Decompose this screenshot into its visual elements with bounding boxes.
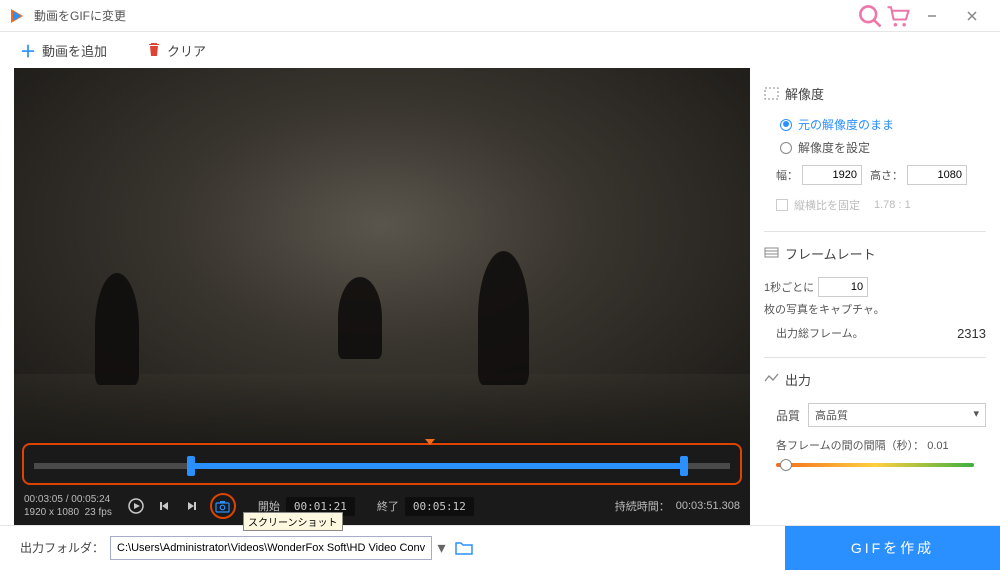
radio-on-icon <box>780 119 792 131</box>
video-fps: 23 fps <box>85 507 112 518</box>
toolbar: ＋ 動画を追加 クリア <box>0 32 1000 68</box>
aspect-ratio: 1.78 : 1 <box>874 199 911 211</box>
selected-range <box>187 463 688 469</box>
video-resolution: 1920 x 1080 <box>24 507 79 518</box>
output-path-input[interactable] <box>110 536 431 560</box>
player: 00:03:05 / 00:05:24 1920 x 1080 23 fps 開… <box>14 68 750 525</box>
footer: 出力フォルダ： ▾ GIFを作成 <box>0 525 1000 569</box>
range-handle-start[interactable] <box>187 456 195 476</box>
main-area: 00:03:05 / 00:05:24 1920 x 1080 23 fps 開… <box>0 68 1000 525</box>
screenshot-tooltip: スクリーンショット <box>243 512 343 531</box>
time-current: 00:03:05 <box>24 494 63 505</box>
create-gif-button[interactable]: GIFを作成 <box>785 526 1000 570</box>
output-icon <box>764 372 779 388</box>
frame-gap-label: 各フレームの間の間隔（秒）： <box>776 440 924 452</box>
end-label: 終了 <box>377 498 399 514</box>
output-folder-label: 出力フォルダ： <box>20 539 104 556</box>
radio-off-icon <box>780 142 792 154</box>
checkbox-icon <box>776 199 788 211</box>
minimize-button[interactable] <box>912 4 952 28</box>
gap-slider[interactable] <box>776 463 974 467</box>
range-handle-end[interactable] <box>680 456 688 476</box>
width-label: 幅： <box>776 167 798 183</box>
total-frames-label: 出力総フレーム。 <box>776 325 864 341</box>
duration-label: 持続時間： <box>615 498 670 514</box>
time-total: 00:05:24 <box>71 494 110 505</box>
resolution-heading: 解像度 <box>764 84 986 103</box>
window-title: 動画をGIFに変更 <box>34 7 856 24</box>
plus-icon: ＋ <box>20 38 36 62</box>
player-controls: 00:03:05 / 00:05:24 1920 x 1080 23 fps 開… <box>14 489 750 525</box>
add-video-button[interactable]: ＋ 動画を追加 <box>20 38 107 62</box>
chevron-down-icon: ▾ <box>973 407 979 423</box>
resolution-icon <box>764 87 779 100</box>
range-slider[interactable] <box>22 443 742 485</box>
radio-set-resolution[interactable]: 解像度を設定 <box>764 136 986 159</box>
duration-value: 00:03:51.308 <box>676 500 740 512</box>
quality-label: 品質 <box>776 407 800 424</box>
search-icon[interactable] <box>856 2 884 30</box>
lock-aspect-checkbox[interactable]: 縦横比を固定 1.78 : 1 <box>764 191 986 219</box>
screenshot-button[interactable] <box>210 493 236 519</box>
titlebar: 動画をGIFに変更 <box>0 0 1000 32</box>
framerate-heading: フレームレート <box>764 244 986 263</box>
clear-button[interactable]: クリア <box>147 41 206 60</box>
fr-post: 枚の写真をキャプチャ。 <box>764 301 885 317</box>
cart-icon[interactable] <box>884 2 912 30</box>
fr-pre: 1秒ごとに <box>764 279 814 295</box>
prev-frame-button[interactable] <box>154 496 174 516</box>
clear-label: クリア <box>167 41 206 60</box>
next-frame-button[interactable] <box>182 496 202 516</box>
trash-icon <box>147 41 161 60</box>
close-button[interactable] <box>952 4 992 28</box>
height-input[interactable] <box>907 165 967 185</box>
total-frames-value: 2313 <box>957 326 986 341</box>
quality-dropdown[interactable]: 高品質 ▾ <box>808 403 986 427</box>
app-icon <box>8 7 26 25</box>
framerate-icon <box>764 246 779 262</box>
video-preview[interactable] <box>14 68 750 441</box>
output-heading: 出力 <box>764 370 986 389</box>
width-input[interactable] <box>802 165 862 185</box>
playhead-marker[interactable] <box>425 439 435 445</box>
browse-folder-button[interactable] <box>450 540 478 556</box>
settings-panel: 解像度 元の解像度のまま 解像度を設定 幅： 高さ： 縦横比を固定 1.78 :… <box>750 68 1000 525</box>
radio-original-resolution[interactable]: 元の解像度のまま <box>764 113 986 136</box>
end-time[interactable]: 00:05:12 <box>405 497 474 516</box>
height-label: 高さ： <box>870 167 903 183</box>
framerate-input[interactable] <box>818 277 868 297</box>
path-dropdown-icon[interactable]: ▾ <box>438 538 446 558</box>
add-video-label: 動画を追加 <box>42 41 107 60</box>
play-button[interactable] <box>126 496 146 516</box>
frame-gap-value: 0.01 <box>927 440 948 452</box>
